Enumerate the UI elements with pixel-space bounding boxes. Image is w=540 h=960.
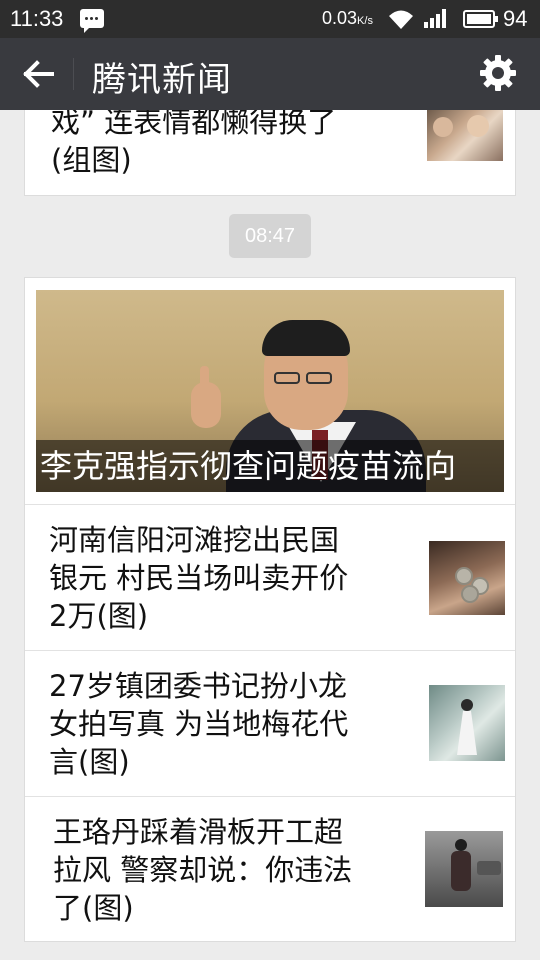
gear-icon[interactable] bbox=[478, 53, 518, 93]
network-speed: 0.03K/s bbox=[322, 8, 373, 28]
news-item[interactable]: 27岁镇团委书记扮小龙 女拍写真 为当地梅花代 言(图) bbox=[25, 651, 515, 796]
news-thumbnail bbox=[425, 831, 503, 907]
headline-image[interactable]: 李克强指示彻查问题疫苗流向 bbox=[36, 290, 504, 492]
message-notification-icon bbox=[80, 9, 104, 33]
title-bar: 腾讯新闻 bbox=[0, 38, 540, 110]
status-bar: 11:33 0.03K/s 94 bbox=[0, 0, 540, 38]
news-item-title: 戏” 连表情都懒得换了 (组图) bbox=[51, 105, 337, 177]
arrow-left-icon[interactable] bbox=[14, 54, 58, 94]
battery-level: 94 bbox=[503, 6, 528, 31]
news-item[interactable]: 河南信阳河滩挖出民国 银元 村民当场叫卖开价 2万(图) bbox=[25, 505, 515, 650]
wifi-icon bbox=[389, 10, 413, 29]
title-divider bbox=[73, 58, 74, 90]
headline-caption: 李克强指示彻查问题疫苗流向 bbox=[36, 440, 504, 492]
time-badge: 08:47 bbox=[229, 214, 311, 258]
news-card: 李克强指示彻查问题疫苗流向 河南信阳河滩挖出民国 银元 村民当场叫卖开价 2万(… bbox=[24, 277, 516, 942]
news-thumbnail bbox=[429, 541, 505, 615]
news-item-title: 27岁镇团委书记扮小龙 女拍写真 为当地梅花代 言(图) bbox=[49, 669, 349, 779]
news-item-title: 河南信阳河滩挖出民国 银元 村民当场叫卖开价 2万(图) bbox=[49, 523, 349, 633]
page-title: 腾讯新闻 bbox=[92, 60, 232, 100]
cell-signal-icon bbox=[424, 9, 452, 28]
battery-icon bbox=[463, 10, 498, 28]
news-item[interactable]: 王珞丹踩着滑板开工超 拉风 警察却说：你违法 了(图) bbox=[25, 797, 515, 942]
status-time: 11:33 bbox=[10, 6, 64, 31]
news-thumbnail bbox=[429, 685, 505, 761]
news-thumbnail bbox=[427, 109, 503, 161]
news-item-title: 王珞丹踩着滑板开工超 拉风 警察却说：你违法 了(图) bbox=[53, 815, 353, 925]
